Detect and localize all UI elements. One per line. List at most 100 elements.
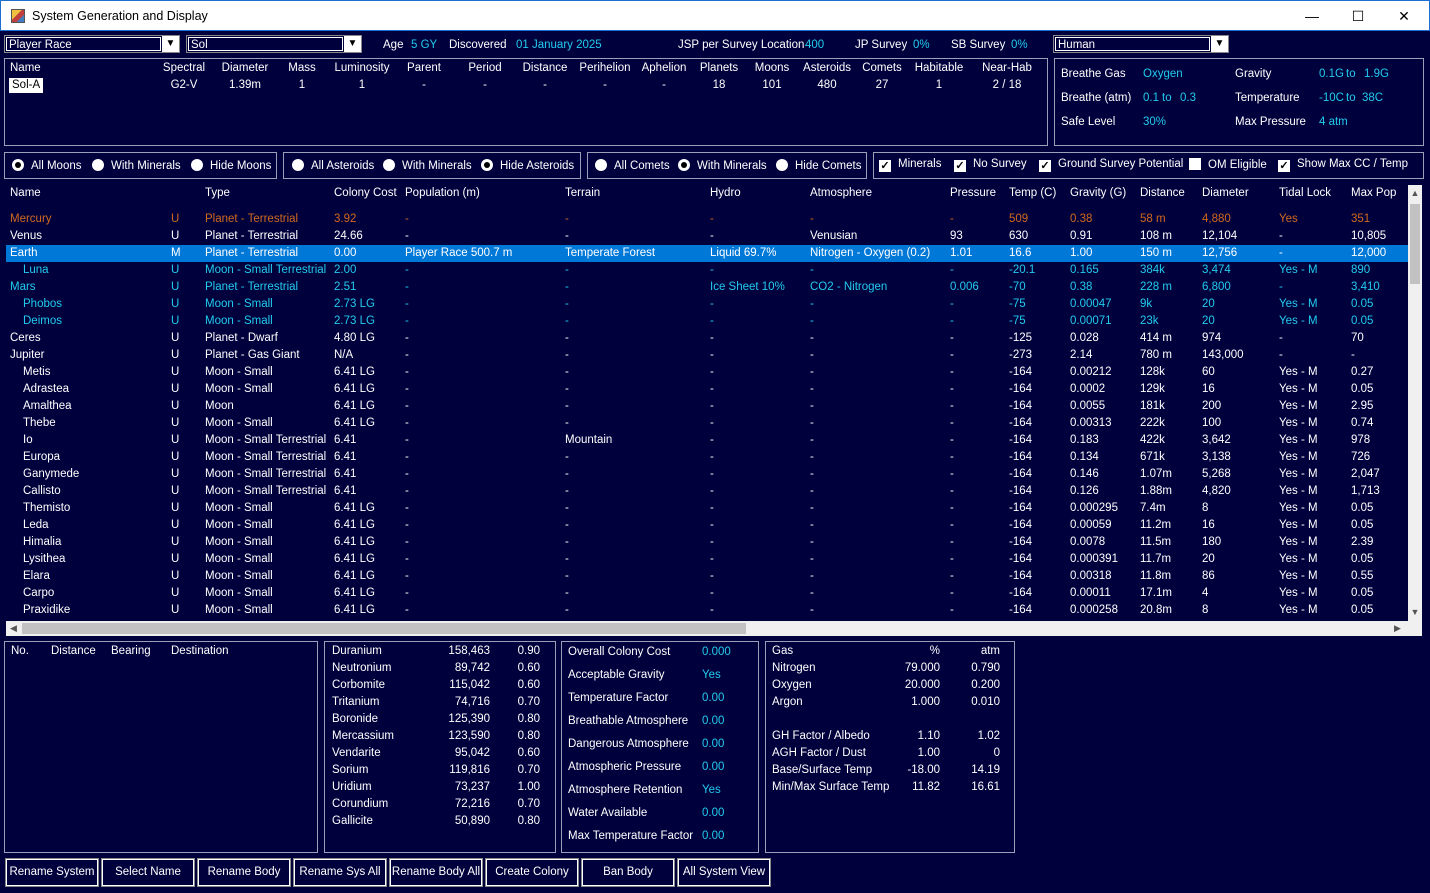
- minimize-icon[interactable]: —: [1289, 1, 1335, 31]
- rename-body-button[interactable]: Rename Body: [197, 858, 291, 887]
- column-header-gravity-g[interactable]: Gravity (G): [1070, 187, 1126, 199]
- cell-temp: -75: [1009, 298, 1026, 310]
- table-row[interactable]: Europa U Moon - Small Terrestrial 6.41 - - - - -…: [6, 449, 1408, 466]
- table-row[interactable]: Themisto U Moon - Small 6.41 LG - - - - - -164 0.0…: [6, 500, 1408, 517]
- column-header-diameter[interactable]: Diameter: [1202, 187, 1249, 199]
- bodies-table[interactable]: Name Type Colony Cost Population (m) Terrain…: [6, 185, 1408, 621]
- species-select[interactable]: Human ▼: [1053, 35, 1229, 53]
- table-row[interactable]: Leda U Moon - Small 6.41 LG - - - - - -164 0.00059…: [6, 517, 1408, 534]
- horizontal-scroll-thumb[interactable]: [22, 623, 746, 634]
- cell-pop: -: [405, 383, 409, 395]
- cell-dist: 11.5m: [1140, 536, 1172, 548]
- cell-dist: 17.1m: [1140, 587, 1172, 599]
- cell-pres: -: [950, 349, 954, 361]
- cell-type: Moon - Small: [205, 570, 273, 582]
- column-header-hydro[interactable]: Hydro: [710, 187, 741, 199]
- comets-with-minerals-radio[interactable]: With Minerals: [678, 159, 767, 172]
- show-max-cc-checkbox[interactable]: ✓ Show Max CC / Temp: [1278, 158, 1408, 172]
- rename-system-button[interactable]: Rename System: [5, 858, 99, 887]
- atmosphere-factor-a: 11.82: [912, 781, 940, 793]
- jp-survey-value: 0%: [913, 39, 930, 51]
- table-row[interactable]: Phobos U Moon - Small 2.73 LG - - - - - -75 0.0004…: [6, 296, 1408, 313]
- minerals-checkbox[interactable]: ✓ Minerals: [879, 158, 941, 172]
- vertical-scrollbar[interactable]: ▲ ▼: [1408, 185, 1422, 621]
- rename-sys-all-button[interactable]: Rename Sys All: [293, 858, 387, 887]
- mineral-accessibility: 0.60: [517, 679, 540, 691]
- cell-flag: U: [171, 383, 180, 395]
- table-row[interactable]: Amalthea U Moon 6.41 LG - - - - - -164 0.0055 181k 2…: [6, 398, 1408, 415]
- table-row[interactable]: Deimos U Moon - Small 2.73 LG - - - - - -75 0.0007…: [6, 313, 1408, 330]
- ground-survey-checkbox[interactable]: ✓ Ground Survey Potential: [1039, 158, 1183, 172]
- column-header-tidal-lock[interactable]: Tidal Lock: [1279, 187, 1331, 199]
- vertical-scroll-thumb[interactable]: [1410, 204, 1420, 284]
- table-row[interactable]: Metis U Moon - Small 6.41 LG - - - - - -164 0.0021…: [6, 364, 1408, 381]
- column-header-colony-cost[interactable]: Colony Cost: [334, 187, 397, 199]
- table-row[interactable]: Adrastea U Moon - Small 6.41 LG - - - - - -164 0.0…: [6, 381, 1408, 398]
- table-row[interactable]: Lysithea U Moon - Small 6.41 LG - - - - - -164 0.0…: [6, 551, 1408, 568]
- table-row[interactable]: Venus U Planet - Terrestrial 24.66 - - - Venusi…: [6, 228, 1408, 245]
- column-header-terrain[interactable]: Terrain: [565, 187, 600, 199]
- table-row[interactable]: Ganymede U Moon - Small Terrestrial 6.41 - - -…: [6, 466, 1408, 483]
- table-row[interactable]: Elara U Moon - Small 6.41 LG - - - - - -164 0.0031…: [6, 568, 1408, 585]
- atmosphere-factor-a: -18.00: [907, 764, 940, 776]
- cell-grav: 1.00: [1070, 247, 1093, 259]
- table-row[interactable]: Callisto U Moon - Small Terrestrial 6.41 - - -…: [6, 483, 1408, 500]
- scroll-down-icon[interactable]: ▼: [1408, 604, 1422, 621]
- table-row[interactable]: Luna U Moon - Small Terrestrial 2.00 - - - - - -2…: [6, 262, 1408, 279]
- jump-points-panel[interactable]: [4, 641, 318, 853]
- select-name-button[interactable]: Select Name: [101, 858, 195, 887]
- column-header-distance[interactable]: Distance: [1140, 187, 1185, 199]
- table-row[interactable]: Carpo U Moon - Small 6.41 LG - - - - - -164 0.0001…: [6, 585, 1408, 602]
- system-select[interactable]: Sol ▼: [186, 35, 362, 53]
- table-row[interactable]: Himalia U Moon - Small 6.41 LG - - - - - -164 0.00…: [6, 534, 1408, 551]
- column-header-population-m[interactable]: Population (m): [405, 187, 480, 199]
- sb-survey-value: 0%: [1011, 39, 1028, 51]
- scroll-right-icon[interactable]: ▶: [1390, 621, 1405, 636]
- cell-pres: -: [950, 502, 954, 514]
- hide-asteroids-radio[interactable]: Hide Asteroids: [481, 159, 574, 172]
- race-select[interactable]: Player Race ▼: [4, 35, 180, 53]
- cell-pop: -: [405, 451, 409, 463]
- colony-factor-label: Water Available: [568, 807, 648, 819]
- all-system-view-button[interactable]: All System View: [677, 858, 771, 887]
- all-comets-radio[interactable]: All Comets: [595, 159, 670, 172]
- column-header-pressure[interactable]: Pressure: [950, 187, 996, 199]
- create-colony-button[interactable]: Create Colony: [485, 858, 579, 887]
- table-row[interactable]: Praxidike U Moon - Small 6.41 LG - - - - - -164 0.…: [6, 602, 1408, 619]
- column-header-temp-c[interactable]: Temp (C): [1009, 187, 1056, 199]
- close-icon[interactable]: ✕: [1381, 1, 1427, 31]
- column-header-atmosphere[interactable]: Atmosphere: [810, 187, 872, 199]
- cell-dist: 129k: [1140, 383, 1165, 395]
- table-row[interactable]: Mercury U Planet - Terrestrial 3.92 - - - - - 509…: [6, 211, 1408, 228]
- column-header-type[interactable]: Type: [205, 187, 230, 199]
- all-asteroids-radio[interactable]: All Asteroids: [292, 159, 374, 172]
- om-eligible-checkbox[interactable]: OM Eligible: [1189, 158, 1267, 171]
- table-row[interactable]: Io U Moon - Small Terrestrial 6.41 - Mountain…: [6, 432, 1408, 449]
- table-row[interactable]: Ceres U Planet - Dwarf 4.80 LG - - - - - -125 0.02…: [6, 330, 1408, 347]
- hide-comets-radio[interactable]: Hide Comets: [776, 159, 861, 172]
- maximize-icon[interactable]: ☐: [1335, 1, 1381, 31]
- rename-body-all-button[interactable]: Rename Body All: [389, 858, 483, 887]
- cell-atm: -: [810, 434, 814, 446]
- cell-terrain: -: [565, 502, 569, 514]
- table-row[interactable]: Mars U Planet - Terrestrial 2.51 - - Ice Sheet…: [6, 279, 1408, 296]
- horizontal-scrollbar[interactable]: ◀ ▶: [6, 621, 1422, 636]
- asteroids-with-minerals-radio[interactable]: With Minerals: [383, 159, 472, 172]
- cell-grav: 0.134: [1070, 451, 1099, 463]
- ban-body-button[interactable]: Ban Body: [581, 858, 675, 887]
- all-moons-radio[interactable]: All Moons: [12, 159, 82, 172]
- hide-moons-radio[interactable]: Hide Moons: [191, 159, 271, 172]
- scroll-left-icon[interactable]: ◀: [6, 621, 21, 636]
- table-row[interactable]: Thebe U Moon - Small 6.41 LG - - - - - -164 0.0031…: [6, 415, 1408, 432]
- column-header-max-pop[interactable]: Max Pop: [1351, 187, 1396, 199]
- column-header-name[interactable]: Name: [10, 187, 41, 199]
- atmosphere-factor-b: 16.61: [971, 781, 1000, 793]
- no-survey-checkbox[interactable]: ✓ No Survey: [954, 158, 1027, 172]
- star-name-cell[interactable]: Sol-A: [9, 78, 44, 93]
- cell-grav: 0.000258: [1070, 604, 1118, 616]
- hide-asteroids-label: Hide Asteroids: [500, 160, 575, 172]
- table-row[interactable]: Earth M Planet - Terrestrial 0.00 Player Rac…: [6, 245, 1408, 262]
- moons-with-minerals-radio[interactable]: With Minerals: [92, 159, 181, 172]
- table-row[interactable]: Jupiter U Planet - Gas Giant N/A - - - - - -273 2.…: [6, 347, 1408, 364]
- scroll-up-icon[interactable]: ▲: [1408, 185, 1422, 202]
